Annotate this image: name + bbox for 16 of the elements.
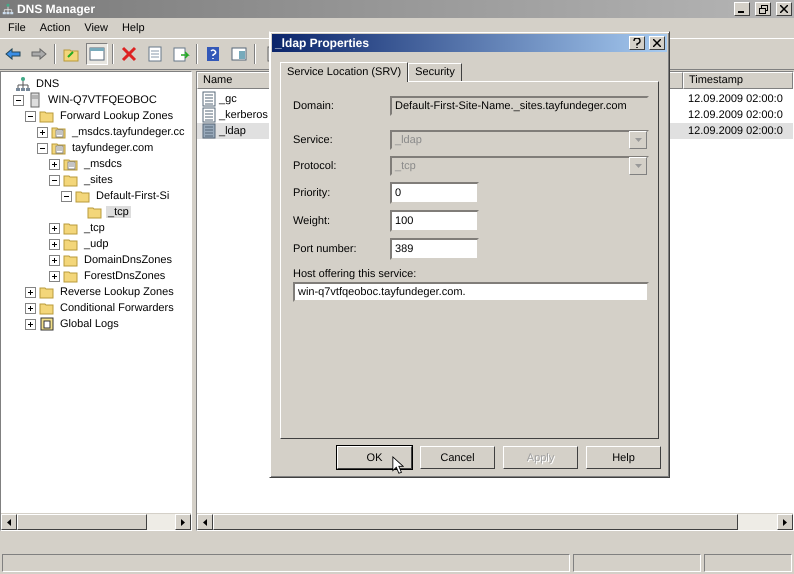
window-title: DNS Manager (17, 2, 96, 16)
field-label: Port number: (293, 243, 358, 255)
timestamp-cell-text: 12.09.2009 02:00:0 (687, 125, 783, 137)
field-label: Priority: (293, 187, 332, 199)
timestamp-cell-text: 12.09.2009 02:00:0 (687, 109, 783, 121)
record-name: _ldap (219, 125, 246, 137)
field-label: Domain: (293, 100, 335, 112)
field-label: Protocol: (293, 160, 338, 172)
field-label: Service: (293, 134, 334, 146)
timestamp-cell-text: 12.09.2009 02:00:0 (687, 93, 783, 105)
record-name: _kerberos (219, 109, 268, 121)
field-label: Weight: (293, 215, 332, 227)
field-label: Host offering this service: (293, 268, 418, 280)
domain-field: Default-First-Site-Name._sites.tayfundeger.com (390, 96, 649, 116)
record-name: _gc (219, 93, 237, 105)
dialog-title: _ldap Properties (275, 36, 370, 50)
